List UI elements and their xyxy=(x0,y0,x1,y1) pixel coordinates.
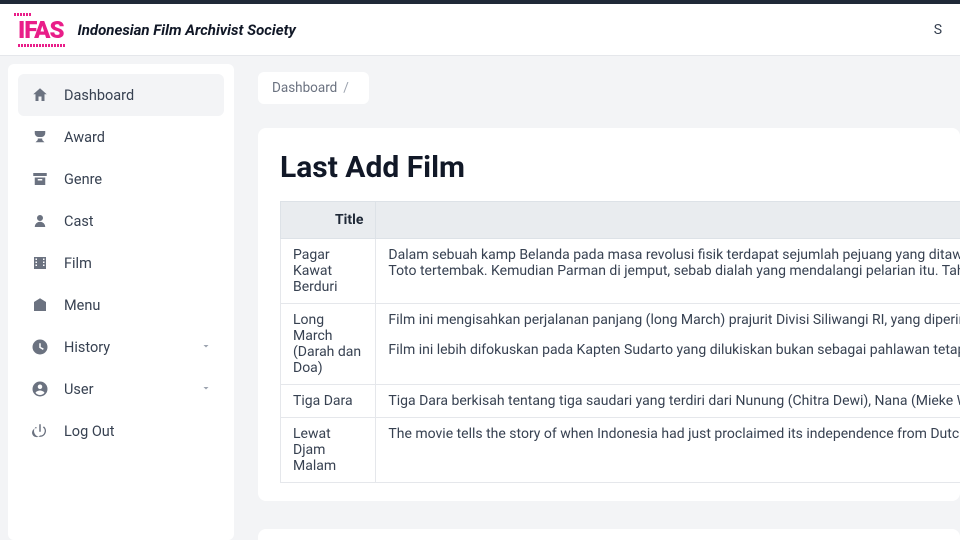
sidebar-item-dashboard[interactable]: Dashboard xyxy=(18,74,224,116)
user-circle-icon xyxy=(30,379,50,399)
breadcrumb-separator: / xyxy=(343,80,349,96)
logo[interactable]: IFAS xyxy=(18,16,64,44)
sidebar-item-menu[interactable]: Menu xyxy=(18,284,224,326)
header-right-text[interactable]: S xyxy=(934,22,942,38)
sidebar-item-user[interactable]: User xyxy=(18,368,224,410)
col-title: Title xyxy=(281,202,376,239)
table-row: Tiga Dara Tiga Dara berkisah tentang tig… xyxy=(281,385,960,418)
chevron-down-icon xyxy=(200,381,212,398)
building-icon xyxy=(30,295,50,315)
film-title: Tiga Dara xyxy=(281,385,376,418)
brand-name: Indonesian Film Archivist Society xyxy=(78,21,296,39)
chevron-down-icon xyxy=(200,339,212,356)
sidebar-item-label: Dashboard xyxy=(64,87,134,104)
app-header: IFAS Indonesian Film Archivist Society S xyxy=(0,4,960,56)
film-desc: Dalam sebuah kamp Belanda pada masa revo… xyxy=(376,239,960,304)
sidebar-item-genre[interactable]: Genre xyxy=(18,158,224,200)
archive-icon xyxy=(30,169,50,189)
sidebar-item-label: Cast xyxy=(64,213,94,230)
film-title: Pagar Kawat Berduri xyxy=(281,239,376,304)
sidebar-item-label: Log Out xyxy=(64,423,115,440)
person-icon xyxy=(30,211,50,231)
sidebar-item-cast[interactable]: Cast xyxy=(18,200,224,242)
sidebar: Dashboard Award Genre Cast Film Menu His… xyxy=(8,64,234,540)
power-icon xyxy=(30,421,50,441)
card-heading: Last Add Film xyxy=(280,150,938,185)
sidebar-item-logout[interactable]: Log Out xyxy=(18,410,224,452)
film-desc: The movie tells the story of when Indone… xyxy=(376,418,960,483)
film-desc: Film ini mengisahkan perjalanan panjang … xyxy=(376,304,960,385)
sidebar-item-label: Menu xyxy=(64,297,100,314)
film-title: Long March (Darah dan Doa) xyxy=(281,304,376,385)
sidebar-item-label: Award xyxy=(64,129,105,146)
table-row: Long March (Darah dan Doa) Film ini meng… xyxy=(281,304,960,385)
last-add-cast-card: Last Add Cast Name xyxy=(258,529,960,540)
trophy-icon xyxy=(30,127,50,147)
sidebar-item-award[interactable]: Award xyxy=(18,116,224,158)
table-row: Lewat Djam Malam The movie tells the sto… xyxy=(281,418,960,483)
breadcrumb-item[interactable]: Dashboard xyxy=(272,80,337,96)
home-icon xyxy=(30,85,50,105)
sidebar-item-label: User xyxy=(64,381,94,398)
sidebar-item-label: History xyxy=(64,339,110,356)
films-table: Title Pagar Kawat Berduri Dalam sebuah k… xyxy=(280,201,960,483)
sidebar-item-label: Genre xyxy=(64,171,102,188)
clock-icon xyxy=(30,337,50,357)
sidebar-item-film[interactable]: Film xyxy=(18,242,224,284)
col-desc xyxy=(376,202,960,239)
sidebar-item-history[interactable]: History xyxy=(18,326,224,368)
film-title: Lewat Djam Malam xyxy=(281,418,376,483)
sidebar-item-label: Film xyxy=(64,255,92,272)
main-content: Dashboard / Last Add Film Title Pagar Ka… xyxy=(234,56,960,540)
film-icon xyxy=(30,253,50,273)
table-row: Pagar Kawat Berduri Dalam sebuah kamp Be… xyxy=(281,239,960,304)
film-desc: Tiga Dara berkisah tentang tiga saudari … xyxy=(376,385,960,418)
last-add-film-card: Last Add Film Title Pagar Kawat Berduri … xyxy=(258,128,960,501)
breadcrumb: Dashboard / xyxy=(258,72,369,104)
